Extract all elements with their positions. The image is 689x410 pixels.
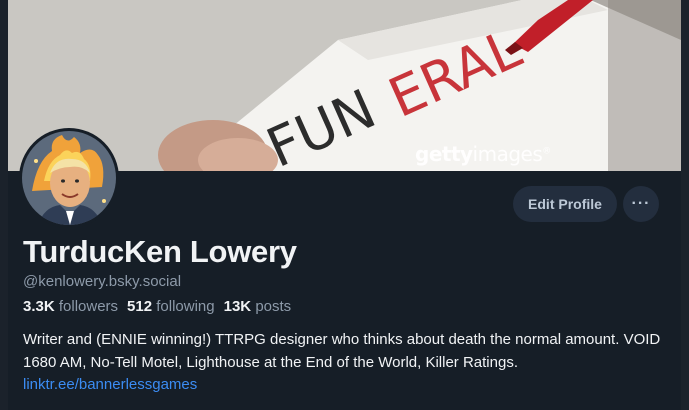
watermark-bold: getty xyxy=(415,142,473,166)
more-icon: ··· xyxy=(631,195,651,212)
profile-stats: 3.3K followers 512 following 13K posts xyxy=(23,298,291,315)
bio: Writer and (ENNIE winning!) TTRPG design… xyxy=(23,329,673,397)
bio-text: Writer and (ENNIE winning!) TTRPG design… xyxy=(23,331,661,371)
edit-profile-button[interactable]: Edit Profile xyxy=(513,186,617,222)
right-border xyxy=(681,0,689,410)
followers-link[interactable]: 3.3K followers xyxy=(23,298,118,315)
profile-page: FUN ERAL gettyimages® Edit Profile ··· T… xyxy=(0,0,689,410)
avatar[interactable] xyxy=(22,131,116,225)
bio-link[interactable]: linktr.ee/bannerlessgames xyxy=(23,376,197,393)
getty-watermark: gettyimages® xyxy=(415,142,551,166)
avatar-container[interactable] xyxy=(19,128,119,228)
followers-count: 3.3K xyxy=(23,298,55,315)
avatar-image xyxy=(22,131,116,225)
posts-stat: 13K posts xyxy=(224,298,292,315)
watermark-mark: ® xyxy=(542,146,551,157)
profile-banner[interactable]: FUN ERAL gettyimages® xyxy=(8,0,681,171)
followers-label: followers xyxy=(58,298,119,315)
following-count: 512 xyxy=(127,298,153,315)
display-name: TurducKen Lowery xyxy=(23,234,297,269)
left-border xyxy=(0,0,8,410)
watermark-light: images xyxy=(472,142,543,166)
handle: @kenlowery.bsky.social xyxy=(23,273,182,290)
banner-image: FUN ERAL xyxy=(8,0,681,171)
posts-count: 13K xyxy=(223,298,252,315)
following-link[interactable]: 512 following xyxy=(127,298,215,315)
following-label: following xyxy=(156,298,215,315)
posts-label: posts xyxy=(255,298,292,315)
more-options-button[interactable]: ··· xyxy=(623,186,659,222)
